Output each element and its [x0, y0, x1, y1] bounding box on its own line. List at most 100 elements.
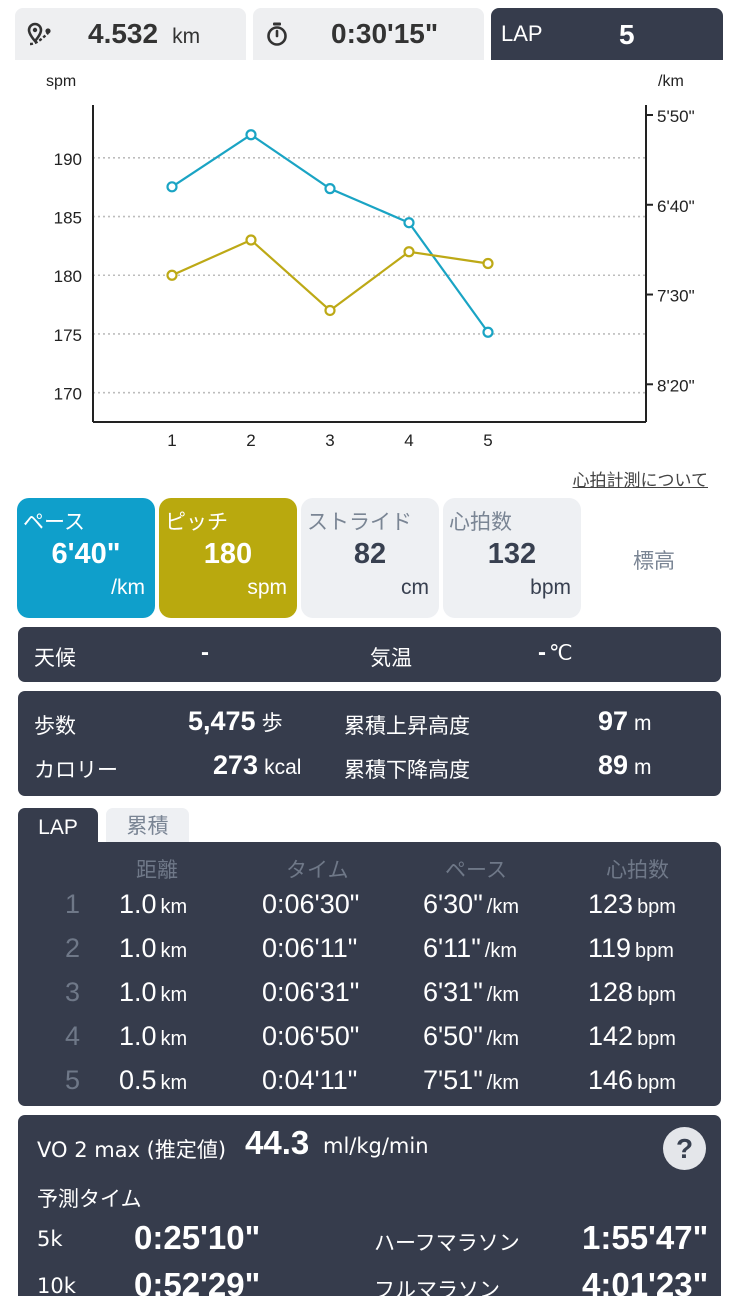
steps-unit: 歩 [261, 712, 283, 735]
vo2max-unit: ml/kg/min [323, 1134, 429, 1158]
lap-distance-number: 0.5 [119, 1065, 157, 1095]
lap-heart-rate: 142 bpm [588, 1021, 676, 1052]
lap-table: 距離 タイム ペース 心拍数 1 1.0 km 0:06'30" 6'30"/km… [18, 842, 721, 1106]
route-pin-icon [25, 20, 53, 48]
lap-pace: 6'11"/km [423, 933, 517, 964]
y-tick-label: 180 [54, 267, 82, 286]
y-tick-label: 190 [54, 150, 82, 169]
lap-distance: 1.0 km [119, 1021, 187, 1052]
lap-number: 3 [65, 977, 81, 1007]
predict-half-value: 1:55'47" [582, 1219, 709, 1256]
lap-hr-unit: bpm [637, 1072, 676, 1094]
x-tick-label: 5 [483, 431, 492, 450]
table-row: 1 1.0 km 0:06'30" 6'30"/km 123 bpm [18, 889, 721, 933]
ascent-label: 累積上昇高度 [344, 714, 470, 738]
lap-time: 0:06'11" [262, 933, 358, 963]
help-icon[interactable]: ? [663, 1127, 706, 1170]
y-tick-label: 185 [54, 209, 82, 228]
stopwatch-icon [263, 20, 291, 48]
tab-cumulative[interactable]: 累積 [106, 808, 189, 842]
lap-number: 1 [65, 889, 81, 919]
lap-pace: 6'31"/km [423, 977, 519, 1008]
lap-distance: 1.0 km [119, 889, 187, 920]
temperature-number: - [538, 639, 546, 666]
lap-pace: 6'50"/km [423, 1021, 519, 1052]
lap-distance-number: 1.0 [119, 977, 157, 1007]
metric-label: ピッチ [165, 510, 228, 534]
metric-unit: cm [401, 576, 429, 599]
steps-label: 歩数 [34, 714, 76, 738]
descent-unit: m [634, 756, 652, 779]
vo2max-panel: VO 2 max (推定値) 44.3 ml/kg/min ? 予測タイム 5k… [18, 1115, 721, 1296]
lap-count-cell: LAP 5 [491, 8, 723, 60]
summary-bar: 4.532 km 0:30'15" LAP 5 [15, 8, 723, 60]
lap-distance-number: 1.0 [119, 889, 157, 919]
x-tick-label: 3 [325, 431, 334, 450]
col-header-heart-rate: 心拍数 [606, 858, 669, 882]
temperature-unit: ℃ [549, 642, 573, 665]
lap-pace-unit: /km [486, 896, 520, 918]
metric-tab-pace[interactable]: ペース 6'40" /km [17, 498, 155, 618]
x-tick-label: 2 [246, 431, 255, 450]
lap-pace-number: 6'50" [423, 1021, 483, 1051]
data-point [403, 217, 415, 229]
heart-rate-info-link[interactable]: 心拍計測について [573, 466, 709, 491]
lap-distance: 1.0 km [119, 933, 187, 964]
lap-hr-number: 146 [588, 1065, 634, 1095]
weather-panel: 天候 - 気温 - ℃ [18, 627, 721, 682]
lap-time: 0:06'30" [262, 889, 360, 919]
steps-number: 5,475 [188, 706, 256, 736]
vo2max-label: VO 2 max (推定値) [37, 1138, 227, 1162]
col-header-distance: 距離 [136, 858, 178, 882]
table-row: 3 1.0 km 0:06'31" 6'31"/km 128 bpm [18, 977, 721, 1021]
temperature-value: - ℃ [538, 639, 573, 667]
lap-time: 0:06'31" [262, 977, 360, 1007]
distance-cell: 4.532 km [15, 8, 246, 60]
lap-number: 2 [65, 933, 81, 963]
metric-tab-pitch[interactable]: ピッチ 180 spm [159, 498, 297, 618]
lap-hr-unit: bpm [637, 984, 676, 1006]
ascent-number: 97 [598, 706, 629, 736]
predicted-time-label: 予測タイム [37, 1187, 142, 1211]
predict-5k-value: 0:25'10" [134, 1219, 261, 1256]
predict-full-label: フルマラソン [374, 1278, 500, 1296]
lap-hr-number: 123 [588, 889, 634, 919]
tab-lap[interactable]: LAP [18, 808, 98, 846]
calorie-value: 273 kcal [213, 750, 301, 781]
data-point [245, 129, 257, 141]
lap-pace-unit: /km [484, 940, 518, 962]
lap-heart-rate: 128 bpm [588, 977, 676, 1008]
lap-heart-rate: 119 bpm [588, 933, 674, 964]
y-tick-label-right: 7'30" [657, 287, 695, 306]
data-point [403, 246, 415, 258]
lap-pace-number: 6'30" [423, 889, 483, 919]
lap-number: 5 [65, 1065, 81, 1095]
calorie-number: 273 [213, 750, 259, 780]
metric-tab-stride[interactable]: ストライド 82 cm [301, 498, 439, 618]
descent-value: 89 m [598, 750, 652, 781]
lap-number: 4 [65, 1021, 81, 1051]
descent-number: 89 [598, 750, 629, 780]
activity-stats-panel: 歩数 5,475 歩 累積上昇高度 97 m カロリー 273 kcal 累積下降高度… [18, 691, 721, 796]
metric-tab-altitude[interactable]: 標高 [600, 545, 708, 575]
predict-full-value: 4:01'23" [582, 1266, 709, 1296]
metric-tab-heart-rate[interactable]: 心拍数 132 bpm [443, 498, 581, 618]
predict-10k-label: 10k [37, 1274, 76, 1296]
y-tick-label: 170 [54, 385, 82, 404]
lap-pace-unit: /km [486, 984, 520, 1006]
data-point [324, 304, 336, 317]
predict-half-label: ハーフマラソン [374, 1231, 520, 1255]
lap-label: LAP [501, 21, 543, 46]
table-row: 2 1.0 km 0:06'11" 6'11"/km 119 bpm [18, 933, 721, 977]
lap-pace-number: 6'11" [423, 933, 481, 963]
lap-pace: 7'51"/km [423, 1065, 519, 1096]
lap-distance-number: 1.0 [119, 933, 157, 963]
lap-distance: 1.0 km [119, 977, 187, 1008]
lap-hr-number: 128 [588, 977, 634, 1007]
col-header-pace: ペース [445, 858, 507, 882]
lap-pace: 6'30"/km [423, 889, 519, 920]
data-point [324, 183, 336, 195]
metric-label: ペース [23, 510, 85, 534]
weather-value: - [201, 639, 209, 666]
table-row: 5 0.5 km 0:04'11" 7'51"/km 146 bpm [18, 1065, 721, 1109]
